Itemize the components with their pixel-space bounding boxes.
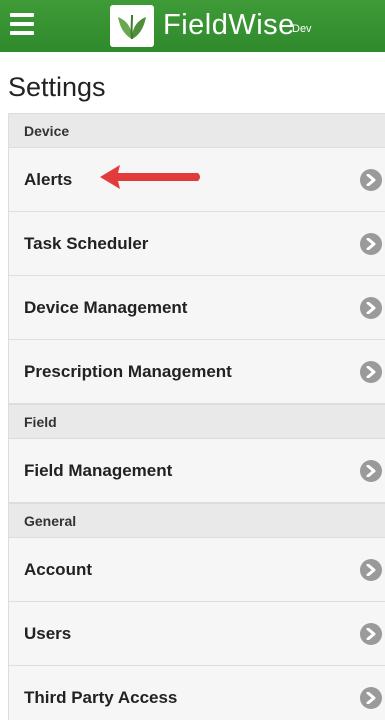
- page-title: Settings: [8, 72, 106, 102]
- item-label: Field Management: [24, 460, 173, 480]
- settings-item-field-management[interactable]: Field Management: [9, 439, 385, 503]
- section-header-device: Device: [9, 113, 385, 148]
- item-label: Account: [24, 559, 92, 579]
- chevron-right-circle-icon: [360, 360, 382, 383]
- item-label: Prescription Management: [24, 361, 232, 381]
- red-pointer-arrow-icon: [100, 165, 200, 189]
- chevron-right-circle-icon: [360, 459, 382, 482]
- settings-list: Device Alerts Task Scheduler Device Mana…: [8, 113, 385, 720]
- chevron-right-circle-icon: [360, 296, 382, 319]
- settings-item-account[interactable]: Account: [9, 538, 385, 602]
- chevron-right-circle-icon: [360, 168, 382, 191]
- settings-item-users[interactable]: Users: [9, 602, 385, 666]
- settings-item-device-management[interactable]: Device Management: [9, 276, 385, 340]
- app-header: FieldWise Dev: [0, 0, 385, 52]
- chevron-right-circle-icon: [360, 232, 382, 255]
- settings-item-task-scheduler[interactable]: Task Scheduler: [9, 212, 385, 276]
- section-header-field: Field: [9, 404, 385, 439]
- item-label: Users: [24, 623, 72, 643]
- leaf-logo-icon: [110, 5, 154, 47]
- item-label: Task Scheduler: [24, 233, 149, 253]
- item-label: Third Party Access: [24, 687, 178, 707]
- item-label: Alerts: [24, 169, 73, 189]
- settings-item-third-party-access[interactable]: Third Party Access: [9, 666, 385, 720]
- settings-item-prescription-management[interactable]: Prescription Management: [9, 340, 385, 404]
- chevron-right-circle-icon: [360, 622, 382, 645]
- chevron-right-circle-icon: [360, 686, 382, 709]
- section-header-general: General: [9, 503, 385, 538]
- app-brand-name: FieldWise: [163, 9, 295, 41]
- environment-badge: Dev: [292, 23, 312, 35]
- item-label: Device Management: [24, 297, 188, 317]
- chevron-right-circle-icon: [360, 558, 382, 581]
- hamburger-menu-icon[interactable]: [10, 13, 34, 35]
